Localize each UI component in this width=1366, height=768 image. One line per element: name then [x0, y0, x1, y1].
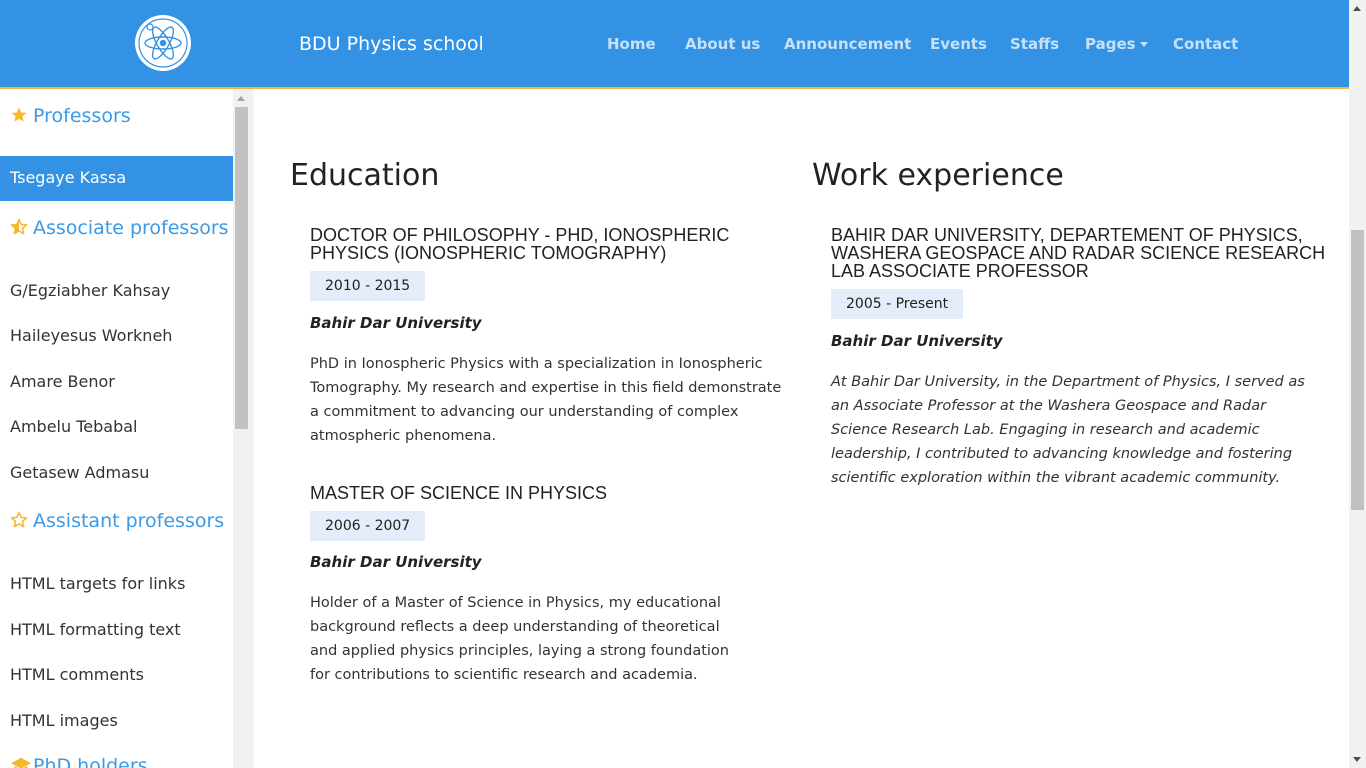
sidebar-item-getasew-admasu[interactable]: Getasew Admasu — [0, 451, 233, 496]
sidebar-item-label: HTML targets for links — [10, 574, 186, 593]
scroll-up-arrow-icon[interactable] — [1353, 6, 1361, 11]
sidebar-item-label: Haileyesus Workneh — [10, 326, 173, 345]
page-scroll-thumb[interactable] — [1351, 230, 1364, 510]
nav-announcement[interactable]: Announcement — [784, 35, 911, 53]
star-half-icon — [10, 218, 28, 236]
education-entry-title: Master of Science in Physics — [310, 483, 608, 503]
sidebar-item-label: Amare Benor — [10, 372, 115, 391]
nav-home[interactable]: Home — [607, 35, 656, 53]
sidebar-item-tsegaye-kassa[interactable]: Tsegaye Kassa — [0, 156, 233, 201]
sidebar-divider — [250, 89, 256, 768]
sidebar-item-html-comments[interactable]: HTML comments — [0, 653, 233, 698]
chevron-down-icon — [1139, 42, 1148, 47]
education-entry-institution: Bahir Dar University — [310, 314, 482, 332]
sidebar-heading-label: Associate professors — [33, 217, 229, 239]
nav-pages-dropdown[interactable]: Pages — [1085, 35, 1148, 53]
nav-contact[interactable]: Contact — [1173, 35, 1238, 53]
work-entry-institution: Bahir Dar University — [831, 332, 1003, 350]
sidebar-item-label: G/Egziabher Kahsay — [10, 281, 171, 300]
sidebar-item-html-formatting[interactable]: HTML formatting text — [0, 608, 233, 653]
sidebar-item-html-targets[interactable]: HTML targets for links — [0, 562, 233, 607]
work-experience-heading: Work experience — [812, 158, 1064, 193]
education-entry-institution: Bahir Dar University — [310, 553, 482, 571]
work-entry-dates: 2005 - Present — [831, 289, 964, 319]
sidebar-item-html-images[interactable]: HTML images — [0, 699, 233, 744]
star-filled-icon — [10, 106, 28, 124]
sidebar-item-ambelu-tebabal[interactable]: Ambelu Tebabal — [0, 405, 233, 450]
sidebar-item-haileyesus-workneh[interactable]: Haileyesus Workneh — [0, 314, 233, 359]
graduation-cap-icon — [10, 756, 31, 768]
sidebar-item-g-egziabher-kahsay[interactable]: G/Egziabher Kahsay — [0, 269, 233, 314]
university-logo-icon[interactable] — [134, 14, 192, 72]
star-outline-icon — [10, 511, 28, 529]
scroll-up-arrow-icon[interactable] — [237, 96, 245, 101]
education-entry-dates: 2006 - 2007 — [310, 511, 426, 541]
nav-about-us[interactable]: About us — [685, 35, 760, 53]
education-entry-dates: 2010 - 2015 — [310, 271, 426, 301]
nav-events[interactable]: Events — [930, 35, 987, 53]
sidebar-item-amare-benor[interactable]: Amare Benor — [0, 360, 233, 405]
nav-staffs[interactable]: Staffs — [1010, 35, 1059, 53]
scroll-down-arrow-icon[interactable] — [1353, 757, 1361, 762]
education-entry-description: PhD in Ionospheric Physics with a specia… — [310, 356, 782, 444]
site-brand[interactable]: BDU Physics school — [299, 33, 484, 55]
sidebar-heading-assistant-professors[interactable]: Assistant professors — [10, 510, 224, 532]
sidebar-heading-associate-professors[interactable]: Associate professors — [10, 217, 229, 239]
sidebar-item-label: Ambelu Tebabal — [10, 417, 138, 436]
staff-sidebar: Professors Tsegaye Kassa Associate profe… — [0, 89, 233, 768]
sidebar-heading-label: Assistant professors — [33, 510, 225, 532]
sidebar-scrollbar[interactable] — [233, 89, 250, 768]
sidebar-item-label: HTML comments — [10, 665, 144, 684]
sidebar-item-label: Getasew Admasu — [10, 463, 150, 482]
education-entry-description: Holder of a Master of Science in Physics… — [310, 595, 729, 683]
sidebar-heading-phd-holders[interactable]: PhD holders — [10, 755, 148, 768]
top-navbar: BDU Physics school Home About us Announc… — [0, 0, 1349, 89]
nav-pages-label: Pages — [1085, 35, 1136, 53]
sidebar-item-label: HTML images — [10, 711, 118, 730]
education-heading: Education — [290, 158, 440, 193]
sidebar-heading-professors[interactable]: Professors — [10, 105, 131, 127]
sidebar-heading-label: Professors — [33, 105, 131, 127]
sidebar-item-label: HTML formatting text — [10, 620, 181, 639]
work-entry-title: Bahir Dar University, Departement of phy… — [831, 225, 1326, 281]
sidebar-item-label: Tsegaye Kassa — [10, 168, 127, 187]
sidebar-scroll-thumb[interactable] — [235, 107, 248, 429]
page-scrollbar[interactable] — [1349, 0, 1366, 768]
sidebar-heading-label: PhD holders — [33, 755, 148, 768]
work-entry-description: At Bahir Dar University, in the Departme… — [831, 374, 1305, 486]
education-entry-title: Doctor of Philosophy - PhD, Ionospheric … — [310, 225, 730, 263]
